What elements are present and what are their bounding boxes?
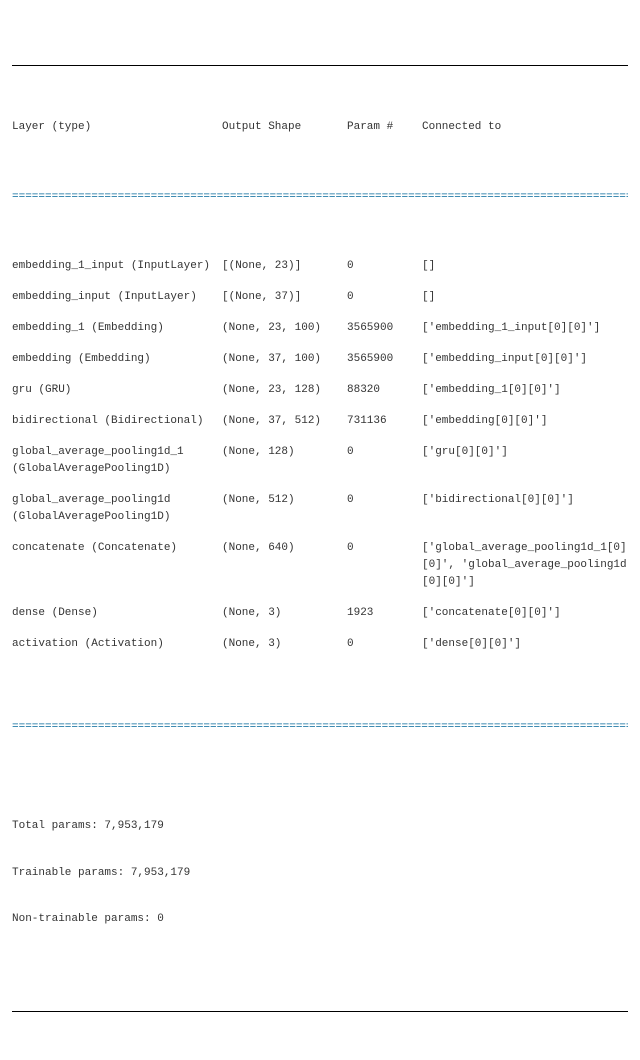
cell-param: 3565900 (347, 320, 422, 337)
table-row: concatenate (Concatenate)(None, 640)0['g… (12, 540, 628, 591)
cell-shape: (None, 37, 100) (222, 351, 347, 368)
model-summary: Layer (type) Output Shape Param # Connec… (12, 12, 628, 1048)
cell-shape: (None, 23, 100) (222, 320, 347, 337)
cell-param: 88320 (347, 382, 422, 399)
cell-layer: embedding_1_input (InputLayer) (12, 258, 222, 275)
cell-conn: [] (422, 289, 628, 306)
table-row: global_average_pooling1d (GlobalAverageP… (12, 492, 628, 526)
cell-conn: [] (422, 258, 628, 275)
cell-conn: ['embedding_input[0][0]'] (422, 351, 628, 368)
cell-conn: ['bidirectional[0][0]'] (422, 492, 628, 509)
table-row: bidirectional (Bidirectional)(None, 37, … (12, 413, 628, 430)
cell-shape: (None, 37, 512) (222, 413, 347, 430)
cell-param: 1923 (347, 605, 422, 622)
table-row: embedding_input (InputLayer)[(None, 37)]… (12, 289, 628, 306)
cell-shape: (None, 640) (222, 540, 347, 557)
table-row: embedding (Embedding)(None, 37, 100)3565… (12, 351, 628, 368)
cell-param: 731136 (347, 413, 422, 430)
cell-layer: global_average_pooling1d_1 (GlobalAverag… (12, 444, 222, 478)
cell-shape: (None, 23, 128) (222, 382, 347, 399)
header-double-rule: ========================================… (12, 189, 628, 206)
cell-layer: bidirectional (Bidirectional) (12, 413, 222, 430)
cell-layer: embedding_input (InputLayer) (12, 289, 222, 306)
top-rule (12, 65, 628, 66)
bottom-rule (12, 1011, 628, 1012)
cell-param: 0 (347, 444, 422, 461)
cell-param: 0 (347, 289, 422, 306)
trainable-params: Trainable params: 7,953,179 (12, 866, 628, 881)
cell-layer: concatenate (Concatenate) (12, 540, 222, 557)
nontrainable-params: Non-trainable params: 0 (12, 912, 628, 927)
cell-conn: ['embedding_1_input[0][0]'] (422, 320, 628, 337)
cell-layer: gru (GRU) (12, 382, 222, 399)
cell-layer: activation (Activation) (12, 636, 222, 653)
table-row: embedding_1_input (InputLayer)[(None, 23… (12, 258, 628, 275)
cell-param: 3565900 (347, 351, 422, 368)
cell-conn: ['embedding_1[0][0]'] (422, 382, 628, 399)
cell-shape: (None, 3) (222, 636, 347, 653)
cell-layer: embedding (Embedding) (12, 351, 222, 368)
cell-layer: global_average_pooling1d (GlobalAverageP… (12, 492, 222, 526)
rows-container: embedding_1_input (InputLayer)[(None, 23… (12, 258, 628, 654)
table-row: global_average_pooling1d_1 (GlobalAverag… (12, 444, 628, 478)
header-row: Layer (type) Output Shape Param # Connec… (12, 119, 628, 136)
total-params: Total params: 7,953,179 (12, 819, 628, 834)
table-row: activation (Activation)(None, 3)0['dense… (12, 636, 628, 653)
table-row: embedding_1 (Embedding)(None, 23, 100)35… (12, 320, 628, 337)
cell-param: 0 (347, 636, 422, 653)
header-shape: Output Shape (222, 119, 347, 136)
header-layer: Layer (type) (12, 119, 222, 136)
table-row: gru (GRU)(None, 23, 128)88320['embedding… (12, 382, 628, 399)
cell-param: 0 (347, 258, 422, 275)
cell-param: 0 (347, 492, 422, 509)
header-param: Param # (347, 119, 422, 136)
table-row: dense (Dense)(None, 3)1923['concatenate[… (12, 605, 628, 622)
totals-block: Total params: 7,953,179 Trainable params… (12, 789, 628, 958)
cell-shape: [(None, 37)] (222, 289, 347, 306)
header-conn: Connected to (422, 119, 628, 136)
cell-shape: (None, 512) (222, 492, 347, 509)
cell-shape: (None, 3) (222, 605, 347, 622)
cell-layer: dense (Dense) (12, 605, 222, 622)
cell-conn: ['dense[0][0]'] (422, 636, 628, 653)
footer-double-rule: ========================================… (12, 719, 628, 736)
cell-conn: ['gru[0][0]'] (422, 444, 628, 461)
cell-shape: [(None, 23)] (222, 258, 347, 275)
cell-param: 0 (347, 540, 422, 557)
cell-shape: (None, 128) (222, 444, 347, 461)
cell-conn: ['global_average_pooling1d_1[0][0]', 'gl… (422, 540, 628, 591)
cell-conn: ['concatenate[0][0]'] (422, 605, 628, 622)
cell-layer: embedding_1 (Embedding) (12, 320, 222, 337)
cell-conn: ['embedding[0][0]'] (422, 413, 628, 430)
